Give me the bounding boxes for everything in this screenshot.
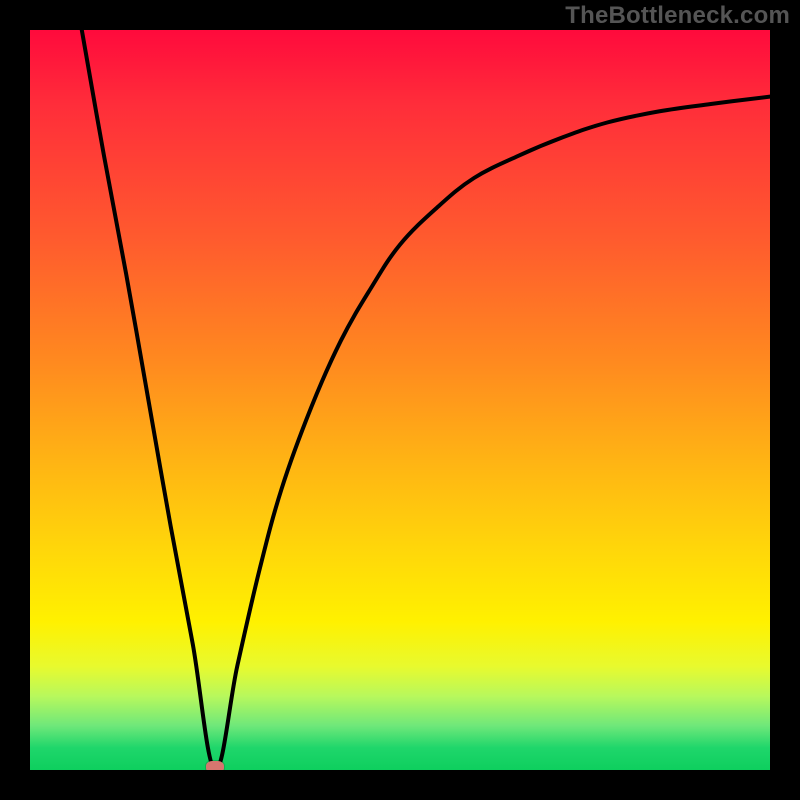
minimum-marker-icon — [206, 761, 224, 770]
curve-svg — [30, 30, 770, 770]
bottleneck-curve-line — [82, 30, 770, 770]
watermark-text: TheBottleneck.com — [565, 2, 790, 30]
chart-frame: TheBottleneck.com — [0, 0, 800, 800]
plot-area — [30, 30, 770, 770]
